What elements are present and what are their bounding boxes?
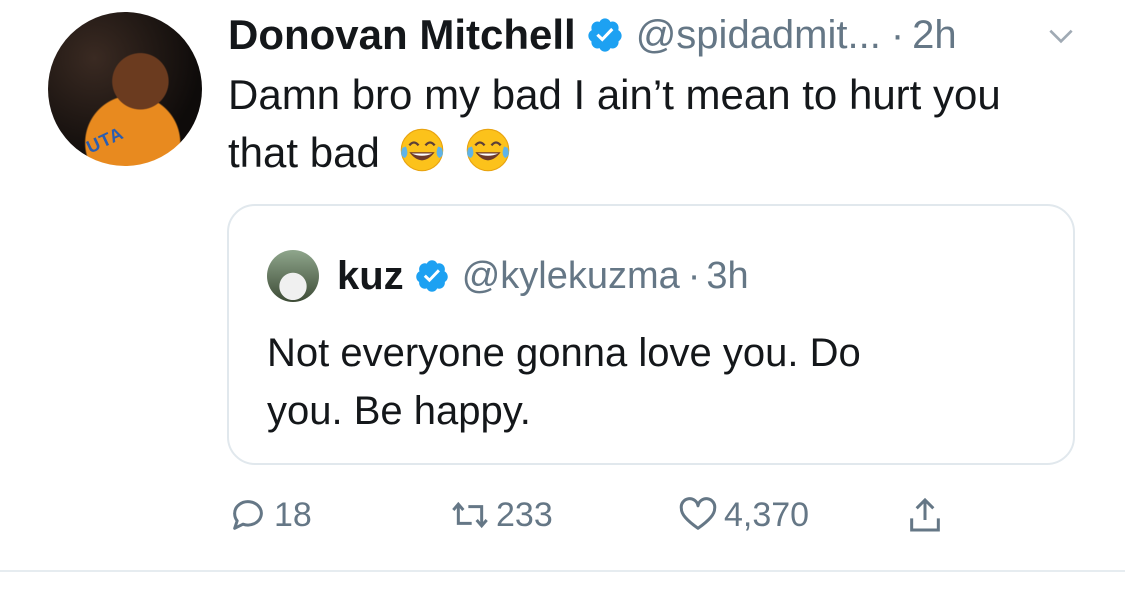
share-button[interactable] [905, 485, 945, 545]
author-avatar[interactable]: UTA [48, 12, 202, 166]
tears-of-joy-emoji-icon [466, 128, 510, 172]
quoted-tweet-text: Not everyone gonna love you. Do you. Be … [267, 324, 1047, 440]
quoted-author-name[interactable]: kuz [337, 254, 404, 299]
like-count: 4,370 [724, 495, 810, 534]
tweet-text-line-2: that bad [228, 124, 1108, 182]
retweet-button[interactable]: 233 [450, 485, 553, 545]
reply-icon [233, 500, 263, 530]
verified-badge-icon [415, 260, 448, 292]
time-separator: · [687, 254, 701, 297]
verified-badge-icon [588, 18, 622, 52]
avatar-jersey-text: UTA [83, 122, 127, 158]
quoted-tweet-timestamp[interactable]: 3h [706, 255, 748, 298]
retweet-count: 233 [496, 495, 553, 534]
share-icon [910, 497, 940, 532]
tweet-timestamp[interactable]: 2h [912, 13, 957, 58]
time-separator: · [890, 12, 905, 57]
tweet-text-line-content: that bad [228, 129, 380, 176]
retweet-icon [452, 501, 488, 529]
quoted-tweet-header: kuz @kylekuzma · 3h [337, 246, 749, 306]
quoted-tweet[interactable]: kuz @kylekuzma · 3h Not everyone gonna l… [227, 204, 1075, 465]
reply-button[interactable]: 18 [228, 485, 312, 545]
tweet-header: Donovan Mitchell @spidadmit... · 2h [228, 10, 957, 60]
quoted-author-handle[interactable]: @kylekuzma [462, 255, 680, 298]
quoted-text-line: Not everyone gonna love you. Do [267, 331, 861, 375]
tweet-text: Damn bro my bad I ain’t mean to hurt you… [228, 66, 1108, 182]
chevron-down-icon[interactable] [1045, 20, 1077, 52]
tears-of-joy-emoji-icon [401, 128, 444, 172]
like-button[interactable]: 4,370 [678, 485, 809, 545]
quoted-text-line-2: you. Be happy. [267, 389, 531, 433]
author-name[interactable]: Donovan Mitchell [228, 11, 576, 59]
tweet-actions: 18 233 4,370 [0, 485, 1125, 545]
tweet-text-line: Damn bro my bad I ain’t mean to hurt you [228, 71, 1001, 118]
reply-count: 18 [274, 495, 312, 534]
author-handle[interactable]: @spidadmit... [636, 13, 881, 58]
heart-icon [679, 497, 717, 530]
divider [0, 570, 1125, 572]
quoted-author-avatar[interactable] [267, 250, 319, 302]
